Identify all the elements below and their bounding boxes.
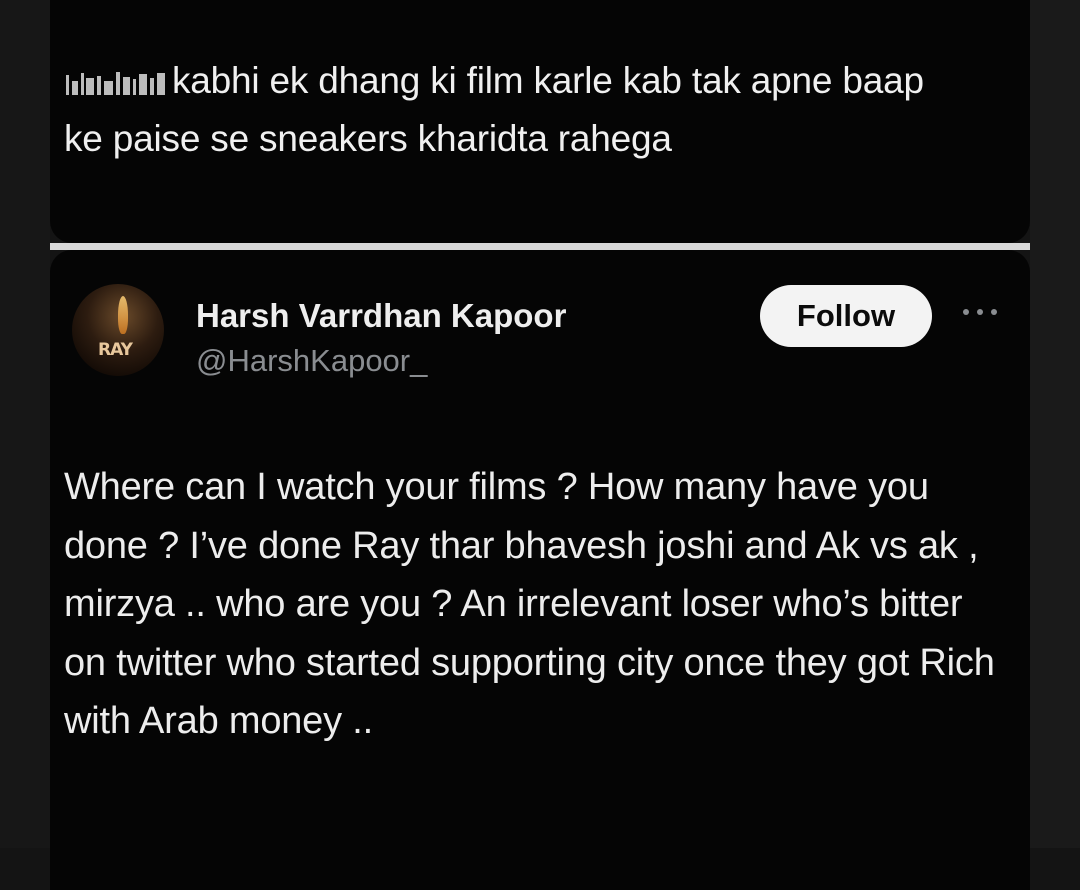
tweet-divider bbox=[50, 243, 1030, 250]
previous-tweet-card: kabhi ek dhang ki film karle kab tak apn… bbox=[50, 0, 1030, 243]
right-margin bbox=[1030, 0, 1080, 848]
left-margin bbox=[0, 0, 50, 848]
avatar-logo-text: RAY bbox=[98, 340, 133, 360]
redacted-handle-mark bbox=[66, 72, 165, 95]
author-name[interactable]: Harsh Varrdhan Kapoor bbox=[196, 297, 566, 335]
previous-tweet-text-block: kabhi ek dhang ki film karle kab tak apn… bbox=[64, 52, 964, 168]
previous-tweet-text: kabhi ek dhang ki film karle kab tak apn… bbox=[64, 60, 924, 159]
author-handle[interactable]: @HarshKapoor_ bbox=[196, 343, 427, 379]
follow-button[interactable]: Follow bbox=[760, 285, 932, 347]
avatar[interactable]: RAY bbox=[72, 284, 164, 376]
reply-tweet-text: Where can I watch your films ? How many … bbox=[64, 466, 995, 742]
more-horizontal-icon[interactable] bbox=[960, 305, 1000, 319]
avatar-flame bbox=[118, 296, 128, 334]
reply-tweet-card: RAY Harsh Varrdhan Kapoor @HarshKapoor_ … bbox=[50, 250, 1030, 890]
